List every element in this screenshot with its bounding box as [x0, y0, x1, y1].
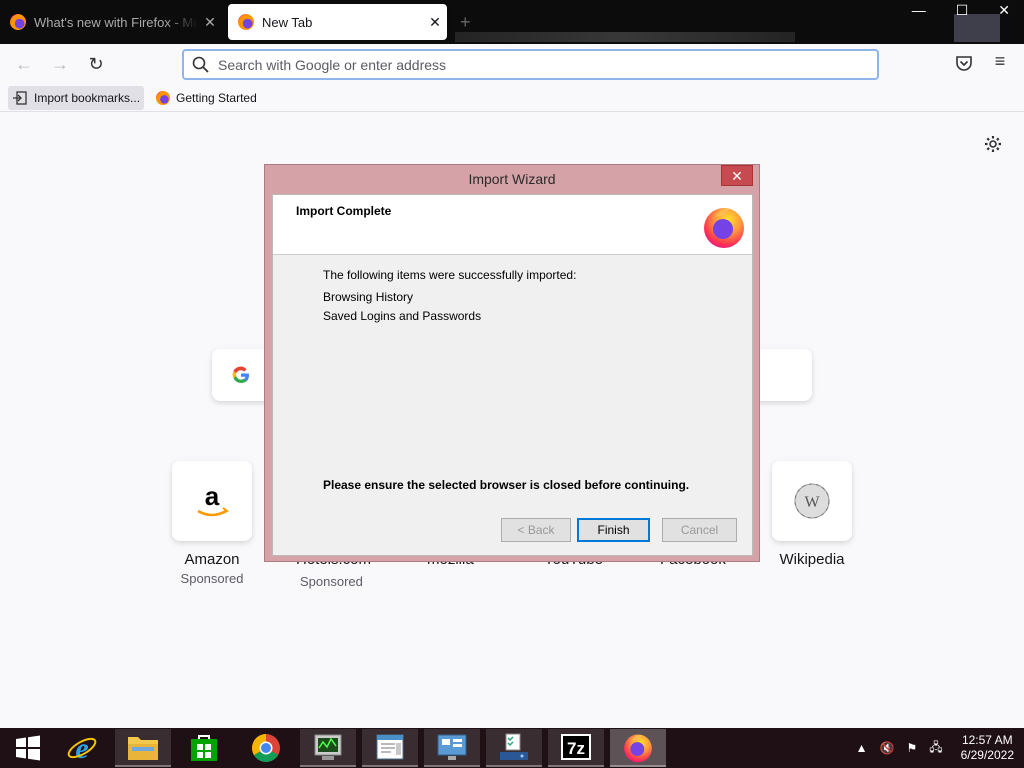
navigation-toolbar: ← → ↻ ≡ — [0, 44, 1024, 84]
system-tray: ▲ 🔇 ⚑ 🖧 12:57 AM 6/29/2022 — [856, 728, 1014, 768]
clock-time: 12:57 AM — [961, 733, 1013, 747]
site-label: Amazon — [184, 551, 240, 568]
clock[interactable]: 12:57 AM 6/29/2022 — [961, 733, 1014, 763]
new-tab-button[interactable]: + — [460, 12, 471, 33]
tab-close-icon[interactable]: ✕ — [423, 14, 447, 31]
taskbar-chrome[interactable] — [238, 729, 294, 767]
bookmark-import[interactable]: Import bookmarks... — [8, 85, 145, 110]
notepad-icon — [376, 734, 404, 760]
menu-button[interactable]: ≡ — [990, 51, 1010, 71]
imported-item: Browsing History — [323, 290, 414, 304]
warning-text: Please ensure the selected browser is cl… — [323, 478, 690, 492]
bookmark-label: Getting Started — [176, 90, 257, 105]
top-site-wikipedia[interactable]: W Wikipedia — [772, 461, 852, 568]
taskbar: e 7z ▲ 🔇 ⚑ 🖧 12:57 AM 6/29/2022 — [0, 728, 1024, 768]
svg-text:a: a — [205, 481, 220, 511]
svg-text:W: W — [804, 494, 820, 511]
address-bar[interactable] — [182, 49, 879, 80]
firefox-icon — [10, 14, 26, 30]
7zip-icon: 7z — [561, 734, 591, 760]
window-controls: — ☐ ✕ — [912, 2, 1010, 19]
bookmark-getting-started[interactable]: Getting Started — [152, 86, 261, 110]
volume-muted-icon[interactable]: 🔇 — [880, 741, 895, 755]
svg-text:e: e — [75, 732, 88, 764]
taskbar-7zip[interactable]: 7z — [548, 729, 604, 767]
shortcut-google-tile[interactable] — [212, 349, 272, 401]
pocket-icon[interactable] — [954, 53, 974, 73]
reload-button[interactable]: ↻ — [84, 52, 108, 76]
sponsored-label: Sponsored — [180, 571, 244, 586]
taskbar-remote-desktop[interactable] — [424, 729, 480, 767]
network-icon[interactable]: 🖧 — [929, 738, 942, 759]
maximize-button[interactable]: ☐ — [956, 2, 969, 19]
back-button[interactable]: ← — [12, 52, 36, 76]
chevron-up-icon[interactable]: ▲ — [856, 741, 868, 755]
dialog-title: Import Wizard — [468, 171, 556, 187]
blurred-region — [455, 32, 795, 42]
tab-title: New Tab — [262, 14, 313, 30]
bookmarks-toolbar: Import bookmarks... Getting Started — [0, 84, 1024, 112]
forward-button[interactable]: → — [48, 52, 72, 76]
tab-new-tab[interactable]: New Tab ✕ — [228, 4, 447, 40]
start-button[interactable] — [0, 729, 56, 767]
taskbar-internet-explorer[interactable]: e — [54, 729, 110, 767]
finish-button[interactable]: Finish — [577, 518, 650, 542]
cancel-button[interactable]: Cancel — [662, 518, 737, 542]
wikipedia-logo-icon: W — [794, 483, 830, 519]
monitor-icon — [437, 734, 467, 760]
tab-title: What's new with Firefox - Mozilla — [34, 14, 198, 30]
sponsored-label: Sponsored — [300, 574, 363, 589]
tab-bar: What's new with Firefox - Mozilla ✕ New … — [0, 0, 1024, 44]
url-input[interactable] — [218, 56, 877, 73]
firefox-icon — [624, 734, 652, 763]
wizard-header: Import Complete — [273, 195, 752, 255]
gear-icon[interactable] — [983, 134, 1003, 154]
google-logo-icon — [232, 366, 249, 384]
firefox-icon — [238, 14, 254, 30]
wizard-heading: Import Complete — [296, 204, 392, 218]
bookmark-label: Import bookmarks... — [34, 90, 141, 105]
search-icon — [192, 56, 209, 73]
store-icon — [191, 735, 217, 761]
tab-whats-new[interactable]: What's new with Firefox - Mozilla ✕ — [0, 4, 222, 40]
folder-icon — [128, 737, 158, 760]
minimize-button[interactable]: — — [912, 2, 926, 19]
shortcut-tile[interactable] — [752, 349, 812, 401]
firefox-logo-icon — [704, 208, 744, 248]
windows-logo-icon — [16, 735, 40, 761]
action-center-flag-icon[interactable]: ⚑ — [906, 741, 917, 755]
internet-explorer-icon: e — [67, 732, 97, 764]
site-label: Wikipedia — [779, 551, 845, 568]
clock-date: 6/29/2022 — [960, 748, 1014, 762]
window-close-button[interactable]: ✕ — [998, 2, 1010, 19]
taskbar-notepad[interactable] — [362, 729, 418, 767]
site-tile[interactable]: a — [172, 461, 252, 541]
back-button[interactable]: < Back — [501, 518, 571, 542]
checklist-icon — [500, 733, 528, 760]
chrome-icon — [252, 734, 280, 762]
taskbar-control-panel[interactable] — [486, 729, 542, 767]
amazon-logo-icon: a — [197, 481, 229, 517]
top-site-amazon[interactable]: a Amazon Sponsored — [172, 461, 252, 586]
import-icon — [13, 90, 27, 105]
dialog-close-button[interactable]: ✕ — [721, 165, 753, 186]
site-tile[interactable]: W — [772, 461, 852, 541]
taskbar-file-explorer[interactable] — [115, 729, 171, 767]
taskbar-store[interactable] — [176, 729, 232, 767]
tab-close-icon[interactable]: ✕ — [198, 14, 222, 31]
taskbar-firefox[interactable] — [610, 729, 666, 767]
import-summary-text: The following items were successfully im… — [323, 268, 577, 282]
import-wizard-dialog: Import Wizard ✕ Import Complete The foll… — [264, 164, 760, 562]
svg-text:7z: 7z — [567, 739, 585, 758]
firefox-icon — [156, 90, 171, 105]
task-manager-icon — [314, 734, 342, 760]
dialog-body: Import Complete The following items were… — [272, 194, 753, 556]
imported-item: Saved Logins and Passwords — [323, 309, 482, 323]
taskbar-task-manager[interactable] — [300, 729, 356, 767]
